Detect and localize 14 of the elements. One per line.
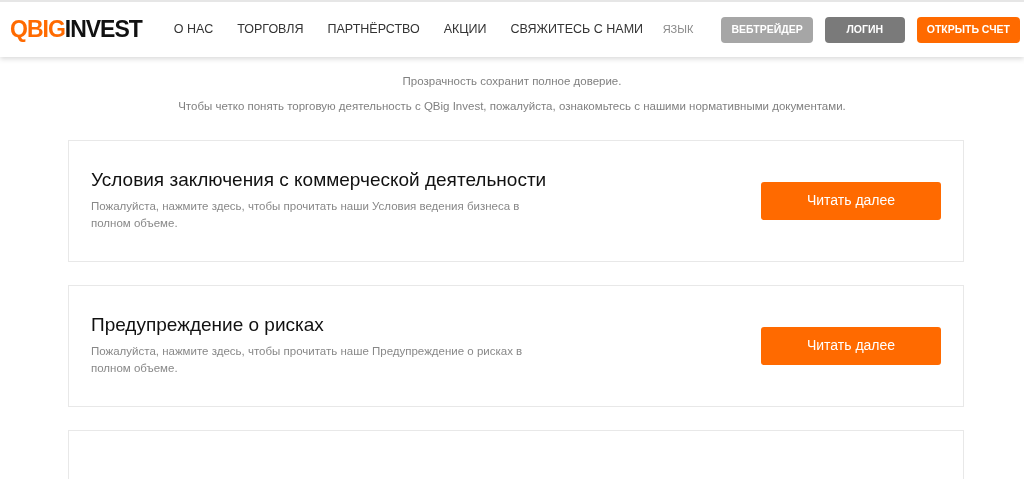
- nav-link[interactable]: АКЦИИ: [443, 20, 487, 39]
- document-title: Предупреждение о рисках: [91, 314, 325, 338]
- document-description: Пожалуйста, нажмите здесь, чтобы прочитать наши Условия ведения бизнеса в полном объеме.: [91, 199, 521, 231]
- nav-link[interactable]: О НАС: [173, 20, 214, 39]
- login-button[interactable]: ЛОГИН: [824, 16, 905, 43]
- language-link[interactable]: ЯЗЫК: [662, 21, 694, 38]
- document-title: Условия заключения с коммерческой деятельности: [91, 169, 548, 193]
- logo[interactable]: QBIGINVEST: [10, 18, 142, 41]
- intro-text: Прозрачность сохранит полное доверие.: [402, 74, 622, 89]
- nav-link[interactable]: ТОРГОВЛЯ: [237, 20, 304, 39]
- nav-link[interactable]: ПАРТНЁРСТВО: [327, 20, 420, 39]
- nav-link[interactable]: СВЯЖИТЕСЬ С НАМИ: [510, 20, 644, 39]
- document-description: Пожалуйста, нажмите здесь, чтобы прочитать наше Предупреждение о рисках в полном объеме.: [91, 344, 524, 376]
- intro-text: Чтобы четко понять торговую деятельность с QBig Invest, пожалуйста, ознакомьтесь с нашими нормативными документами.: [178, 99, 846, 115]
